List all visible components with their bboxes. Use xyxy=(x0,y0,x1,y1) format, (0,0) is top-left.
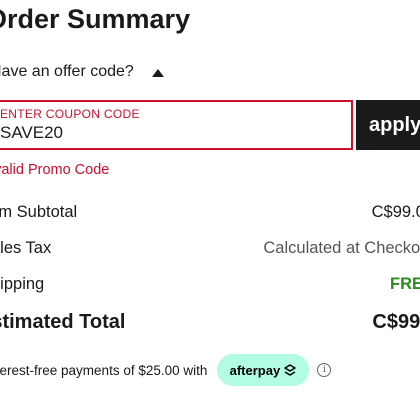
coupon-code-value[interactable]: SAVE20 xyxy=(0,123,63,143)
shipping-label: Shipping xyxy=(0,275,45,293)
offer-code-toggle-label: Have an offer code? xyxy=(0,63,134,80)
afterpay-logo-text: afterpay xyxy=(229,362,281,378)
offer-code-toggle[interactable]: Have an offer code? xyxy=(0,60,164,84)
afterpay-badge[interactable]: afterpay xyxy=(217,354,310,386)
subtotal-value: C$99.00 xyxy=(371,203,420,221)
subtotal-label: Item Subtotal xyxy=(0,203,78,221)
caret-up-icon xyxy=(151,69,164,77)
coupon-code-label: ENTER COUPON CODE xyxy=(0,107,140,121)
order-summary-panel: Order Summary Have an offer code? ENTER … xyxy=(0,0,420,420)
apply-button[interactable]: apply xyxy=(356,100,420,150)
sales-tax-value: Calculated at Checkout xyxy=(263,239,420,257)
coupon-code-input[interactable]: ENTER COUPON CODE SAVE20 xyxy=(0,100,353,150)
shipping-value: FREE xyxy=(389,275,420,293)
afterpay-text: 4 interest-free payments of $25.00 with xyxy=(0,362,208,378)
estimated-total-label: Estimated Total xyxy=(0,311,126,333)
sales-tax-label: Sales Tax xyxy=(0,239,52,257)
coupon-error-message: Invalid Promo Code xyxy=(0,162,110,178)
estimated-total-value: C$99.00 xyxy=(372,311,420,333)
afterpay-message: 4 interest-free payments of $25.00 with … xyxy=(0,354,332,386)
page-title: Order Summary xyxy=(0,4,191,34)
afterpay-arrows-icon xyxy=(284,364,296,376)
info-icon[interactable]: i xyxy=(317,363,332,377)
